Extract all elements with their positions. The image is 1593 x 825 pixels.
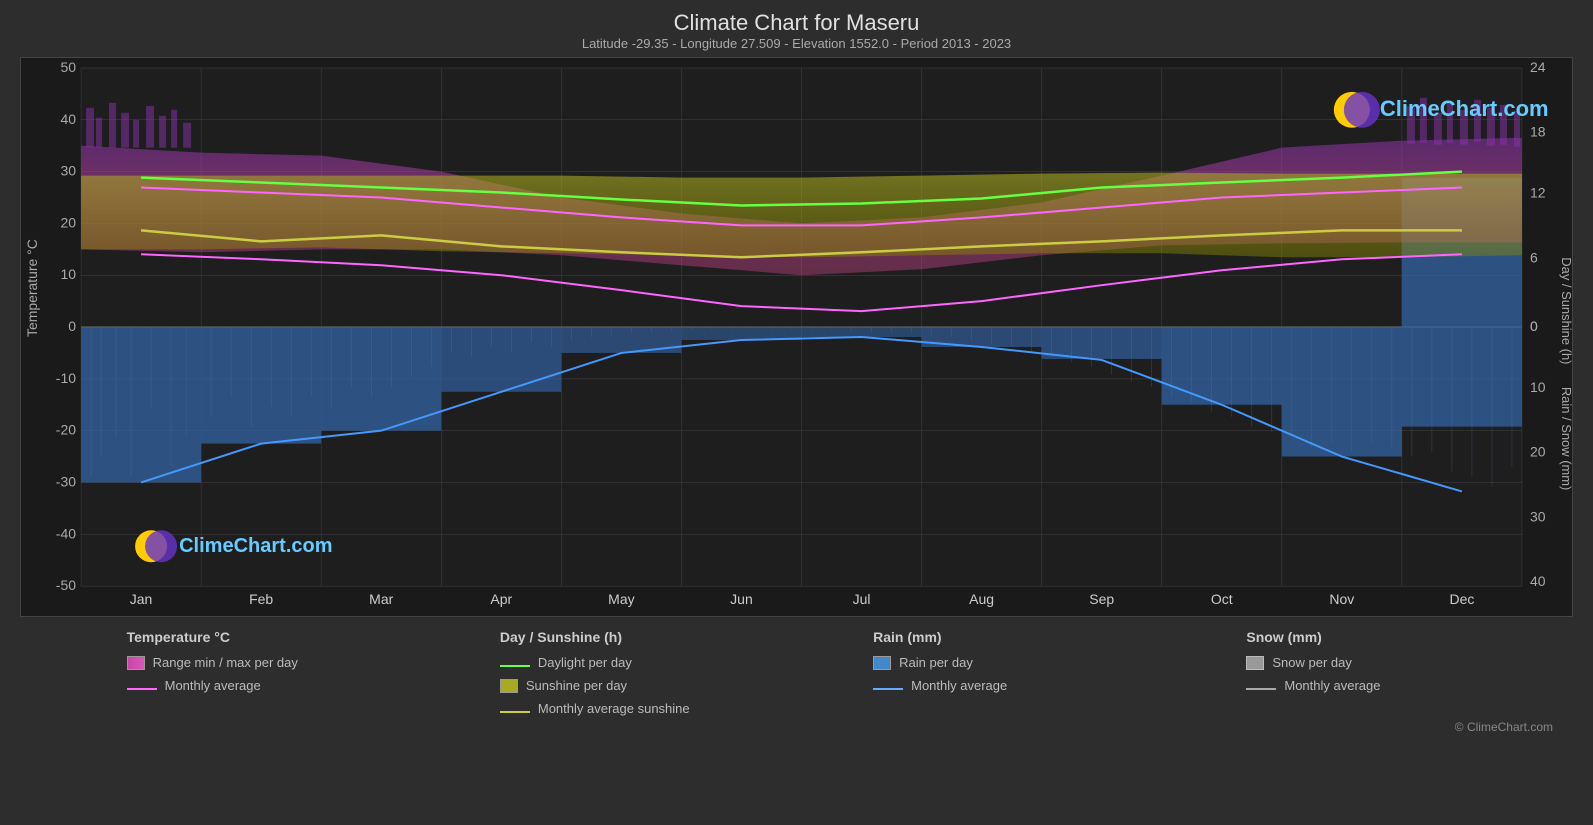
svg-text:Aug: Aug (969, 591, 994, 607)
svg-text:40: 40 (1530, 573, 1546, 589)
svg-text:10: 10 (1530, 379, 1546, 395)
svg-text:-10: -10 (56, 370, 76, 386)
legend-item-sunshine-bar: Sunshine per day (500, 678, 720, 693)
temp-range-swatch (127, 656, 145, 670)
svg-text:40: 40 (60, 111, 76, 127)
svg-text:Apr: Apr (490, 591, 512, 607)
svg-text:-30: -30 (56, 473, 76, 489)
legend-item-daylight: Daylight per day (500, 655, 720, 670)
legend-label-daylight: Daylight per day (538, 655, 632, 670)
svg-text:-40: -40 (56, 525, 76, 541)
svg-text:10: 10 (60, 266, 76, 282)
chart-area: 50 40 30 20 10 0 -10 -20 -30 -40 -50 Tem… (20, 57, 1573, 617)
page-wrapper: Climate Chart for Maseru Latitude -29.35… (0, 0, 1593, 825)
svg-text:Jun: Jun (730, 591, 753, 607)
chart-subtitle: Latitude -29.35 - Longitude 27.509 - Ele… (20, 36, 1573, 51)
legend-label-rain-avg: Monthly average (911, 678, 1007, 693)
legend-item-sunshine-avg: Monthly average sunshine (500, 701, 720, 716)
sunshine-swatch (500, 679, 518, 693)
y-right-bottom-label: Rain / Snow (mm) (1559, 387, 1572, 491)
watermark-bottom-left: ClimeChart.com (179, 535, 332, 557)
legend-title-snow: Snow (mm) (1246, 629, 1466, 645)
svg-text:20: 20 (60, 214, 76, 230)
daylight-line-swatch (500, 665, 530, 667)
svg-text:12: 12 (1530, 185, 1546, 201)
rain-swatch (873, 656, 891, 670)
y-left-label: Temperature °C (24, 239, 40, 337)
svg-text:30: 30 (1530, 508, 1546, 524)
watermark-top-right: ClimeChart.com (1380, 96, 1549, 121)
svg-text:Jan: Jan (130, 591, 153, 607)
legend-label-snow-bar: Snow per day (1272, 655, 1352, 670)
svg-text:Feb: Feb (249, 591, 273, 607)
rain-avg-swatch (873, 688, 903, 690)
legend-label-temp-range: Range min / max per day (153, 655, 298, 670)
svg-text:-20: -20 (56, 422, 76, 438)
legend-item-temp-range: Range min / max per day (127, 655, 347, 670)
legend-label-sunshine-bar: Sunshine per day (526, 678, 627, 693)
svg-text:18: 18 (1530, 124, 1546, 140)
svg-text:Nov: Nov (1329, 591, 1354, 607)
legend-item-snow-bar: Snow per day (1246, 655, 1466, 670)
legend-col-rain: Rain (mm) Rain per day Monthly average (873, 629, 1093, 716)
legend-label-temp-avg: Monthly average (165, 678, 261, 693)
svg-text:24: 24 (1530, 59, 1546, 75)
svg-text:30: 30 (60, 163, 76, 179)
svg-text:0: 0 (1530, 318, 1538, 334)
chart-svg: 50 40 30 20 10 0 -10 -20 -30 -40 -50 Tem… (21, 58, 1572, 616)
legend-col-temperature: Temperature °C Range min / max per day M… (127, 629, 347, 716)
legend-title-temp: Temperature °C (127, 629, 347, 645)
svg-text:May: May (608, 591, 634, 607)
copyright-text: © ClimeChart.com (20, 720, 1573, 734)
legend-title-sunshine: Day / Sunshine (h) (500, 629, 720, 645)
legend-area: Temperature °C Range min / max per day M… (20, 629, 1573, 716)
legend-col-sunshine: Day / Sunshine (h) Daylight per day Suns… (500, 629, 720, 716)
svg-text:Sep: Sep (1089, 591, 1114, 607)
chart-title: Climate Chart for Maseru (20, 10, 1573, 36)
chart-header: Climate Chart for Maseru Latitude -29.35… (20, 10, 1573, 51)
legend-title-rain: Rain (mm) (873, 629, 1093, 645)
sunshine-avg-swatch (500, 711, 530, 713)
svg-text:Jul: Jul (853, 591, 871, 607)
legend-item-temp-avg: Monthly average (127, 678, 347, 693)
svg-text:Mar: Mar (369, 591, 393, 607)
y-right-top-label: Day / Sunshine (h) (1559, 257, 1572, 364)
svg-text:Dec: Dec (1449, 591, 1474, 607)
svg-text:6: 6 (1530, 249, 1538, 265)
legend-item-snow-avg: Monthly average (1246, 678, 1466, 693)
snow-swatch (1246, 656, 1264, 670)
legend-label-sunshine-avg: Monthly average sunshine (538, 701, 690, 716)
legend-item-rain-bar: Rain per day (873, 655, 1093, 670)
legend-label-rain-bar: Rain per day (899, 655, 973, 670)
legend-label-snow-avg: Monthly average (1284, 678, 1380, 693)
svg-text:20: 20 (1530, 444, 1546, 460)
svg-text:0: 0 (68, 318, 76, 334)
svg-text:50: 50 (60, 59, 76, 75)
svg-text:-50: -50 (56, 577, 76, 593)
legend-item-rain-avg: Monthly average (873, 678, 1093, 693)
legend-col-snow: Snow (mm) Snow per day Monthly average (1246, 629, 1466, 716)
snow-avg-swatch (1246, 688, 1276, 690)
temp-avg-line-swatch (127, 688, 157, 690)
svg-text:Oct: Oct (1211, 591, 1233, 607)
